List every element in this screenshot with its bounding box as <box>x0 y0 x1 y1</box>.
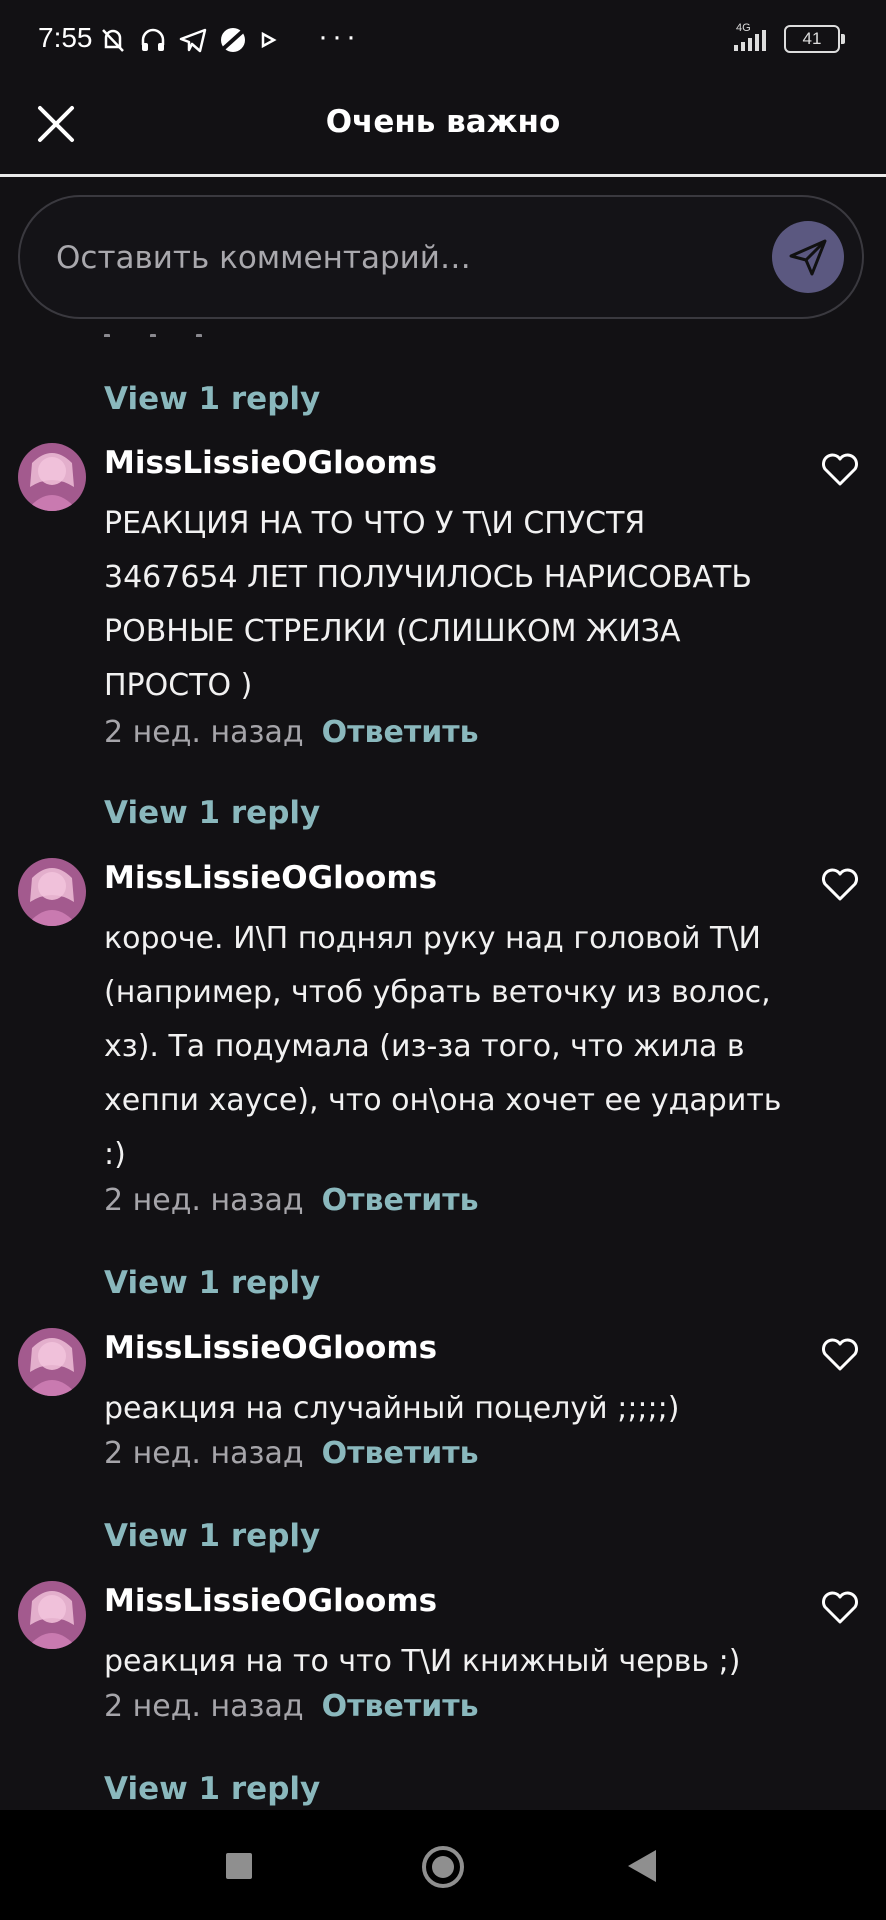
heart-icon <box>822 1338 858 1371</box>
comment-text: реакция на случайный поцелуй ;;;;;) <box>104 1391 680 1426</box>
like-button[interactable] <box>820 1589 860 1625</box>
view-replies-link[interactable]: View 1 reply <box>104 1518 320 1554</box>
like-button[interactable] <box>820 1336 860 1372</box>
heart-icon <box>822 868 858 901</box>
comment-text: РЕАКЦИЯ НА ТО ЧТО У Т\И СПУСТЯ 3467654 Л… <box>104 506 752 703</box>
comment-text: реакция на то что Т\И книжный червь ;) <box>104 1644 741 1679</box>
network-type: 4G <box>736 22 751 34</box>
avatar[interactable] <box>18 1581 86 1649</box>
comment-text: короче. И\П поднял руку над головой Т\И … <box>104 921 782 1172</box>
comment-meta: 2 нед. назад Ответить <box>104 1183 479 1218</box>
page-title: Очень важно <box>325 104 561 140</box>
app-circle-icon <box>221 28 245 52</box>
comment-meta: 2 нед. назад Ответить <box>104 1436 479 1471</box>
reply-button[interactable]: Ответить <box>322 1183 479 1218</box>
view-replies-link[interactable]: View 1 reply <box>104 795 320 831</box>
comment-box <box>18 195 864 319</box>
comment-meta: 2 нед. назад Ответить <box>104 715 479 750</box>
avatar[interactable] <box>18 1328 86 1396</box>
play-store-icon <box>261 31 277 49</box>
status-bar: 7:55 ··· 4G 41 <box>0 0 886 80</box>
clipped-text <box>104 325 304 337</box>
comment-time: 2 нед. назад <box>104 1436 304 1471</box>
bell-muted-icon <box>102 29 124 52</box>
headphones-icon <box>141 28 165 51</box>
comment-author[interactable]: MissLissieOGlooms <box>104 1330 437 1366</box>
view-replies-link[interactable]: View 1 reply <box>104 1771 320 1807</box>
status-time: 7:55 <box>38 22 93 53</box>
signal-icon: 4G <box>726 22 776 54</box>
comment-author[interactable]: MissLissieOGlooms <box>104 445 437 481</box>
avatar[interactable] <box>18 443 86 511</box>
battery-icon: 41 <box>784 25 845 53</box>
status-right: 4G 41 <box>726 22 845 54</box>
system-nav-bar <box>0 1810 886 1920</box>
comment-input[interactable] <box>54 197 758 319</box>
send-button[interactable] <box>772 221 844 293</box>
status-icons <box>98 20 280 60</box>
header: Очень важно <box>0 82 886 177</box>
like-button[interactable] <box>820 866 860 902</box>
comment-author[interactable]: MissLissieOGlooms <box>104 860 437 896</box>
send-icon <box>789 239 827 276</box>
recents-button[interactable] <box>226 1853 252 1879</box>
view-replies-link[interactable]: View 1 reply <box>104 1265 320 1301</box>
comment-time: 2 нед. назад <box>104 1183 304 1218</box>
comment-meta: 2 нед. назад Ответить <box>104 1689 479 1724</box>
more-notifications-icon: ··· <box>318 20 360 53</box>
view-replies-link[interactable]: View 1 reply <box>104 381 320 417</box>
avatar[interactable] <box>18 858 86 926</box>
heart-icon <box>822 1591 858 1624</box>
comment-time: 2 нед. назад <box>104 715 304 750</box>
reply-button[interactable]: Ответить <box>322 1436 479 1471</box>
back-button[interactable] <box>628 1850 656 1882</box>
battery-level: 41 <box>802 29 822 48</box>
reply-button[interactable]: Ответить <box>322 715 479 750</box>
like-button[interactable] <box>820 451 860 487</box>
telegram-icon <box>179 28 207 53</box>
comment-time: 2 нед. назад <box>104 1689 304 1724</box>
comment-author[interactable]: MissLissieOGlooms <box>104 1583 437 1619</box>
heart-icon <box>822 453 858 486</box>
comments-list: View 1 reply MissLissieOGlooms РЕАКЦИЯ Н… <box>0 325 886 1810</box>
home-button[interactable] <box>422 1846 464 1888</box>
reply-button[interactable]: Ответить <box>322 1689 479 1724</box>
